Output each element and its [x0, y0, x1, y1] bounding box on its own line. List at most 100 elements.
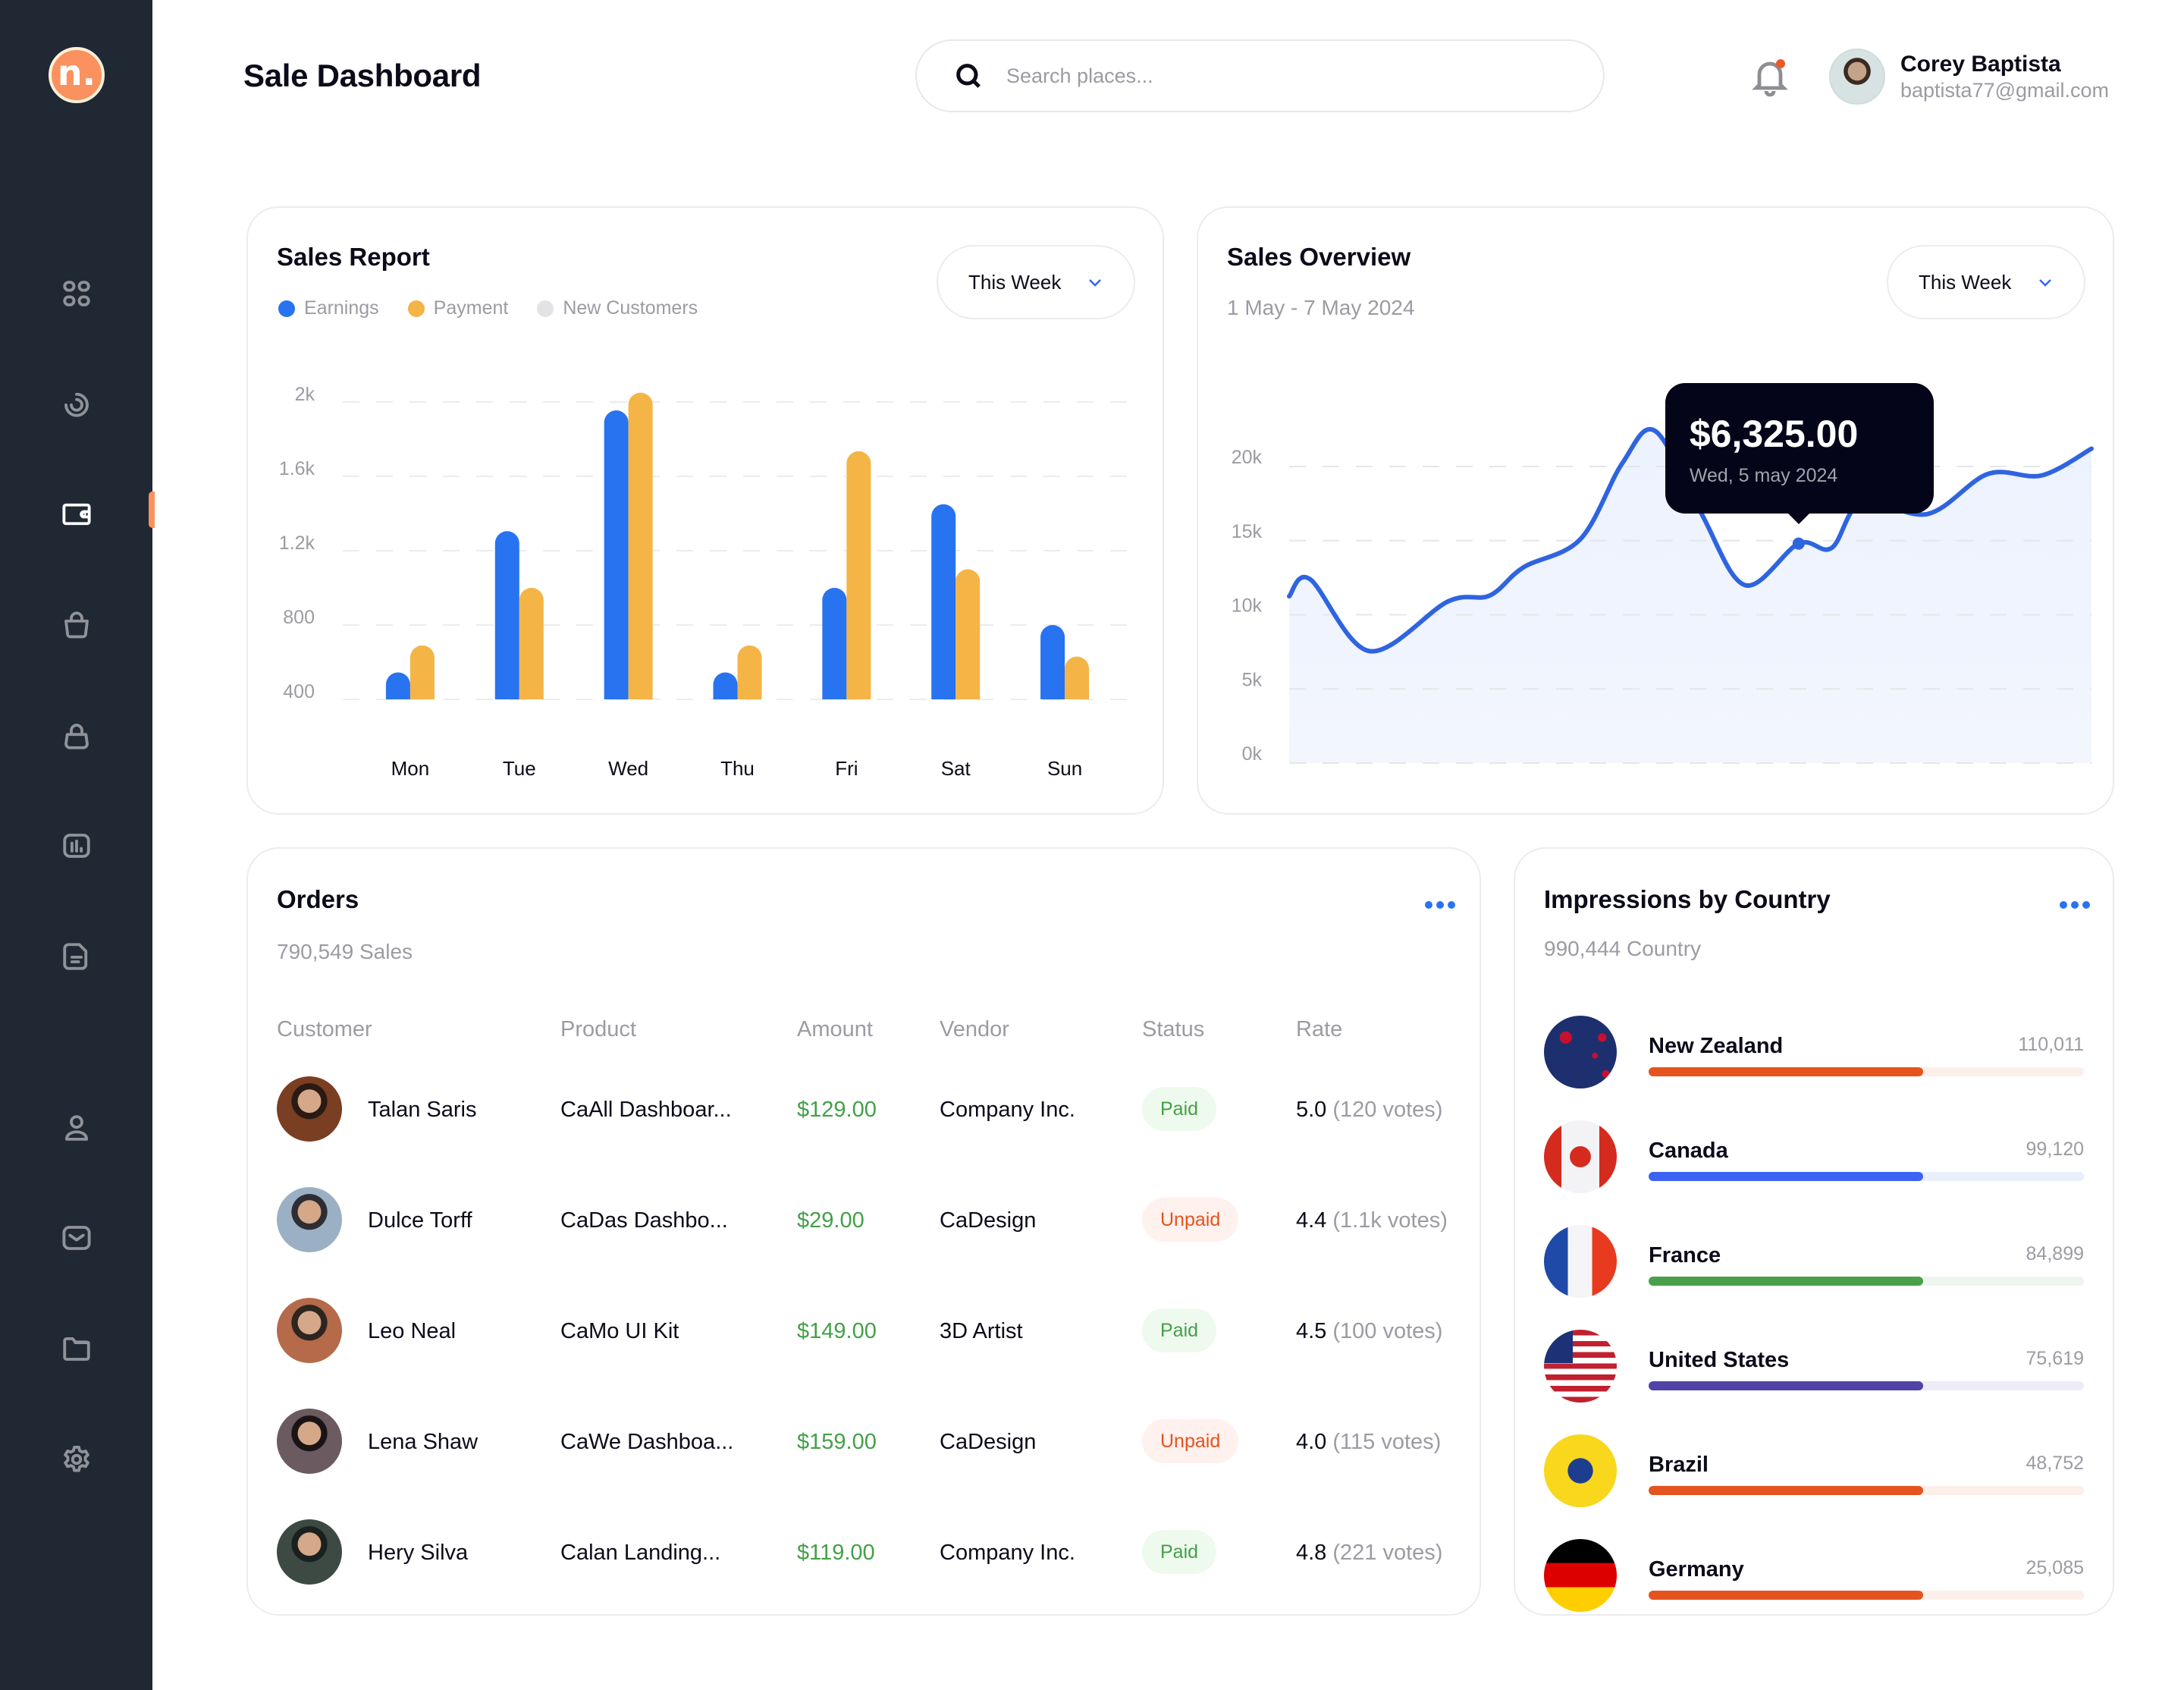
flag-canada-icon — [1544, 1120, 1617, 1193]
column-header-product[interactable]: Product — [560, 1017, 636, 1042]
x-tick-label: Thu — [720, 757, 755, 780]
bar-earnings[interactable] — [385, 672, 410, 699]
country-row[interactable]: Germany 25,085 — [1515, 1539, 2113, 1615]
order-row[interactable]: Leo Neal CaMo UI Kit $149.00 3D Artist Paid 4… — [248, 1298, 1480, 1366]
bar-earnings[interactable] — [713, 672, 738, 699]
rating-value: 4.5 — [1296, 1319, 1327, 1343]
bar-payment[interactable] — [846, 451, 871, 699]
impressions-more-button[interactable] — [2060, 897, 2090, 913]
active-nav-indicator — [149, 492, 155, 528]
x-tick-label: Sat — [941, 757, 971, 780]
flag-new-zealand-icon — [1544, 1016, 1617, 1088]
rating: 4.8 (221 votes) — [1296, 1541, 1442, 1566]
y-tick-label: 10k — [1232, 595, 1263, 617]
order-row[interactable]: Lena Shaw CaWe Dashboa... $159.00 CaDesign U… — [248, 1409, 1480, 1477]
status-badge: Paid — [1142, 1308, 1217, 1352]
more-dot-icon — [1448, 901, 1455, 909]
bar-payment[interactable] — [737, 645, 762, 699]
country-impressions: 99,120 — [2026, 1139, 2084, 1160]
sales-report-bar-chart: 400 800 1.2k 1.6k 2k Mon Tue Wed Thu Fri Sat Sun — [279, 384, 1137, 780]
sidebar-item-messages[interactable] — [56, 1217, 97, 1258]
country-row[interactable]: Canada 99,120 — [1515, 1120, 2113, 1196]
bar-earnings[interactable] — [604, 410, 629, 699]
order-row[interactable]: Talan Saris CaAll Dashboar... $129.00 Compa… — [248, 1076, 1480, 1145]
country-impressions: 48,752 — [2026, 1453, 2084, 1474]
impressions-card: Impressions by Country 990,444 Country N… — [1514, 847, 2114, 1616]
search-bar[interactable] — [915, 39, 1605, 112]
progress-fill — [1649, 1486, 1923, 1495]
bar-payment[interactable] — [1065, 656, 1090, 699]
sidebar-item-reports[interactable] — [56, 825, 97, 866]
column-header-amount[interactable]: Amount — [797, 1017, 873, 1042]
order-row[interactable]: Dulce Torff CaDas Dashbo... $29.00 CaDesign… — [248, 1187, 1480, 1255]
rating-value: 4.4 — [1296, 1208, 1327, 1233]
country-row[interactable]: New Zealand 110,011 — [1515, 1016, 2113, 1092]
search-icon — [956, 64, 981, 88]
column-header-status[interactable]: Status — [1142, 1017, 1204, 1042]
bar-payment[interactable] — [956, 569, 981, 700]
bar-earnings[interactable] — [931, 504, 956, 699]
country-row[interactable]: Brazil 48,752 — [1515, 1434, 2113, 1510]
rating-value: 4.8 — [1296, 1541, 1327, 1565]
sidebar-item-wallet[interactable] — [56, 494, 97, 535]
status-badge: Unpaid — [1142, 1198, 1239, 1242]
sidebar-item-shop[interactable] — [56, 605, 97, 646]
sales-overview-area-chart: 0k 5k 10k 15k 20k — [1232, 427, 2094, 765]
tooltip-value: $6,325.00 — [1689, 412, 1859, 455]
sidebar-item-analytics[interactable] — [56, 383, 97, 424]
product-name: CaMo UI Kit — [560, 1319, 679, 1343]
vote-count: (120 votes) — [1332, 1098, 1443, 1122]
progress-fill — [1649, 1067, 1923, 1076]
sidebar-item-documents[interactable] — [56, 936, 97, 977]
y-tick-label: 0k — [1242, 743, 1263, 765]
sidebar-item-files[interactable] — [56, 1328, 97, 1369]
status-badge: Unpaid — [1142, 1419, 1239, 1463]
bar-earnings[interactable] — [822, 588, 847, 699]
x-tick-label: Wed — [608, 757, 648, 780]
order-row[interactable]: Hery Silva Calan Landing... $119.00 Company… — [248, 1519, 1480, 1588]
progress-track — [1649, 1381, 2084, 1390]
column-header-rate[interactable]: Rate — [1296, 1017, 1342, 1042]
sidebar-item-profile[interactable] — [56, 1107, 97, 1148]
logo-letter: n. — [57, 52, 96, 93]
vendor-name: Company Inc. — [940, 1541, 1075, 1565]
country-row[interactable]: United States 75,619 — [1515, 1330, 2113, 1406]
customer-name: Lena Shaw — [368, 1430, 479, 1454]
column-header-customer[interactable]: Customer — [277, 1017, 372, 1042]
notification-button[interactable] — [1752, 58, 1788, 97]
app-logo[interactable]: n. — [49, 47, 105, 103]
customer-avatar — [277, 1298, 342, 1363]
chart-tooltip: $6,325.00 Wed, 5 may 2024 — [1665, 382, 1934, 524]
tooltip-pointer — [1786, 511, 1811, 524]
user-avatar[interactable] — [1829, 49, 1885, 105]
sales-overview-card: Sales Overview 1 May - 7 May 2024 This W… — [1197, 206, 2114, 815]
orders-subtitle: 790,549 Sales — [277, 940, 413, 963]
vendor-name: CaDesign — [940, 1430, 1037, 1454]
more-dot-icon — [1436, 901, 1444, 909]
country-impressions: 25,085 — [2026, 1557, 2084, 1578]
search-input[interactable] — [1006, 64, 1537, 88]
user-name: Corey Baptista — [1900, 52, 2061, 77]
bar-earnings[interactable] — [1040, 625, 1065, 699]
product-name: CaWe Dashboa... — [560, 1430, 734, 1454]
progress-track — [1649, 1486, 2084, 1495]
customer-avatar — [277, 1076, 342, 1142]
progress-track — [1649, 1067, 2084, 1076]
country-row[interactable]: France 84,899 — [1515, 1225, 2113, 1301]
order-amount: $159.00 — [797, 1430, 877, 1454]
flag-united-states-icon — [1544, 1330, 1617, 1403]
order-amount: $129.00 — [797, 1098, 877, 1122]
highlight-point[interactable] — [1792, 537, 1805, 550]
sidebar-item-bag[interactable] — [56, 715, 97, 756]
bar-earnings[interactable] — [494, 531, 519, 699]
bar-payment[interactable] — [410, 645, 435, 699]
x-tick-label: Sun — [1047, 757, 1082, 780]
vote-count: (1.1k votes) — [1332, 1208, 1448, 1233]
bar-payment[interactable] — [628, 392, 653, 699]
column-header-vendor[interactable]: Vendor — [940, 1017, 1009, 1042]
sidebar-item-dashboard[interactable] — [56, 273, 97, 314]
sidebar-item-settings[interactable] — [56, 1439, 97, 1480]
bar-payment[interactable] — [519, 588, 544, 699]
orders-more-button[interactable] — [1425, 897, 1455, 913]
country-name: New Zealand — [1649, 1034, 1784, 1058]
